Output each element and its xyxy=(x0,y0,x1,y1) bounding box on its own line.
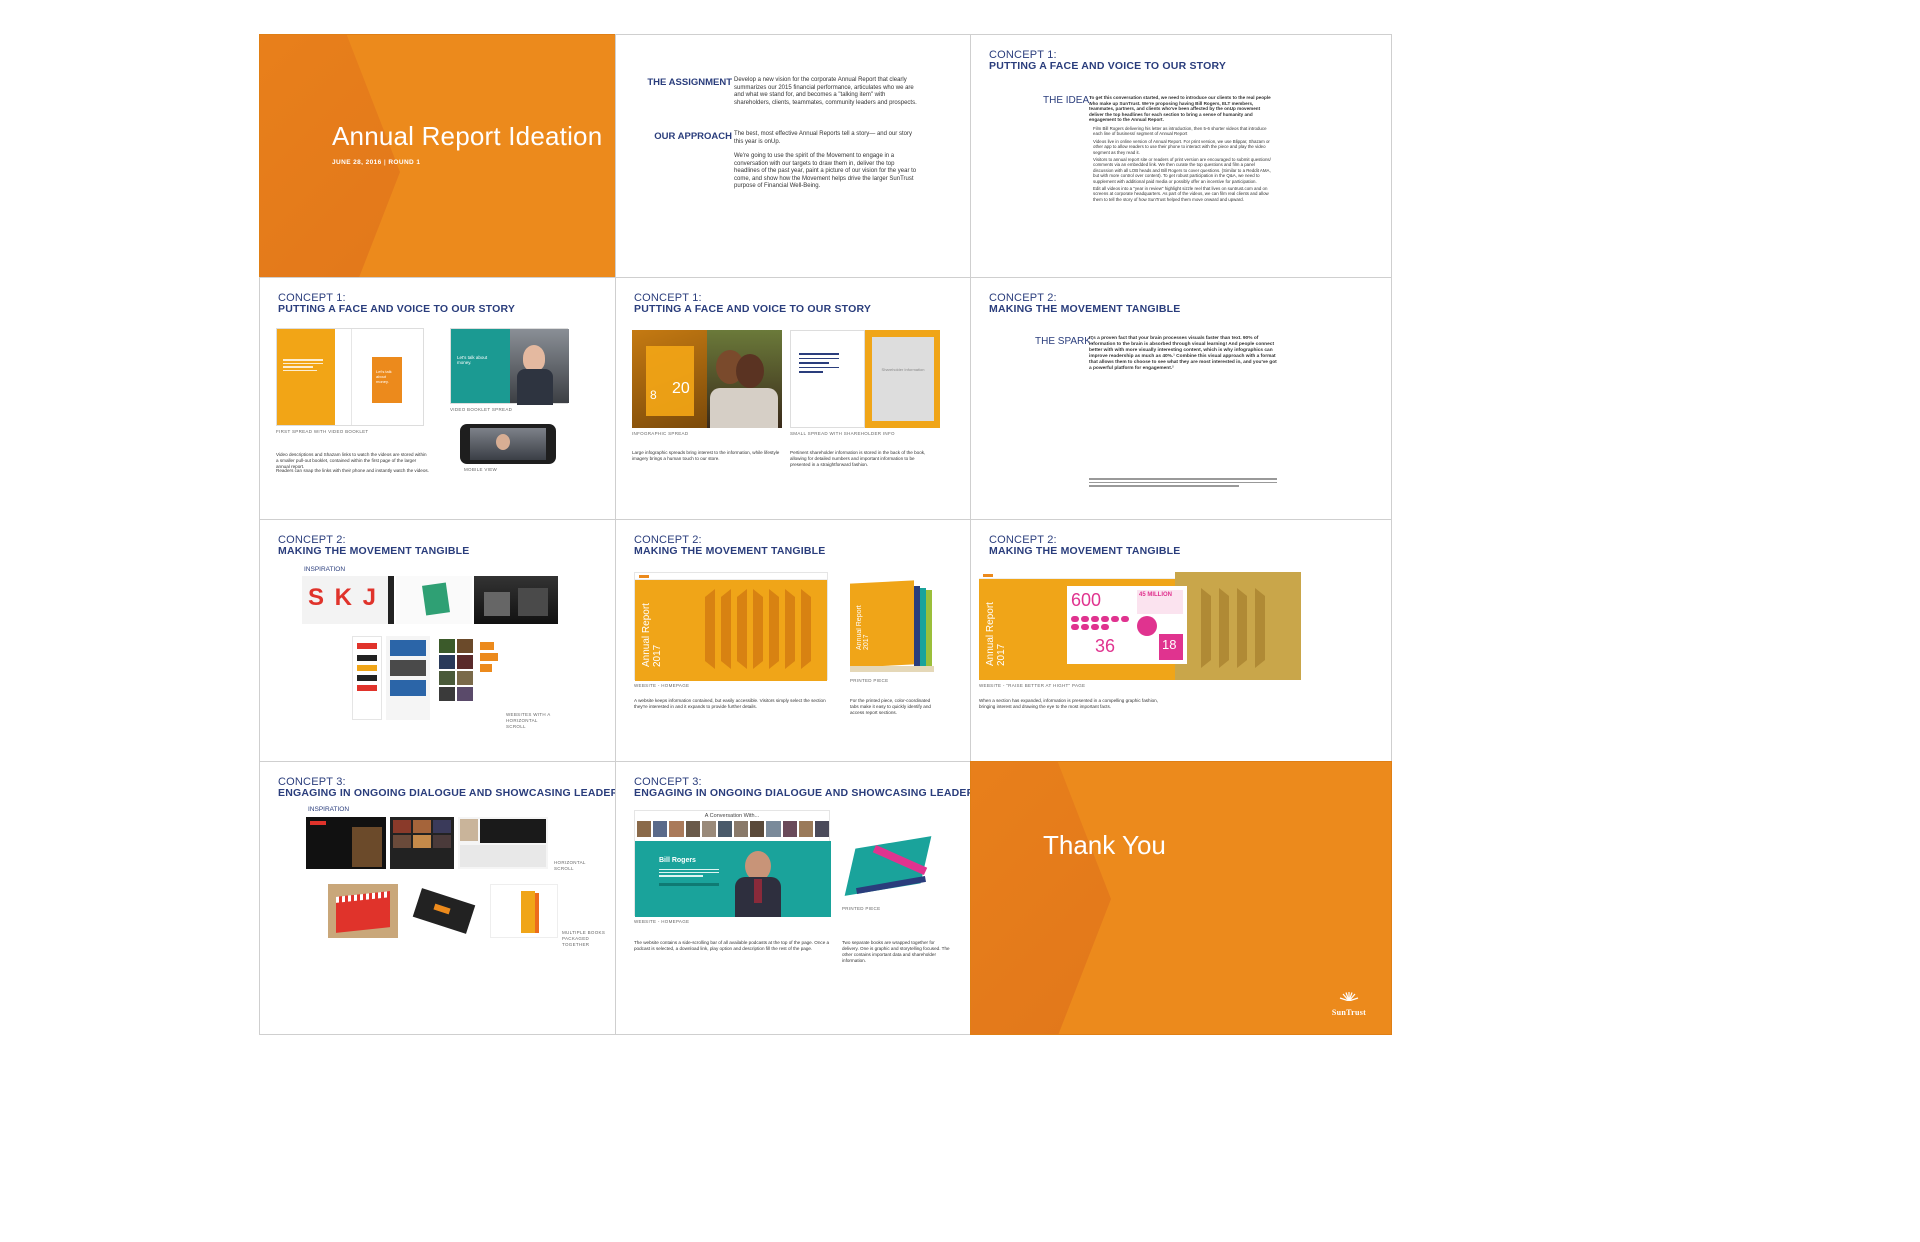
concept-title: PUTTING A FACE AND VOICE TO OUR STORY xyxy=(989,60,1227,72)
inspiration-collage-bottom xyxy=(352,636,502,720)
info-number: 20 xyxy=(672,380,690,397)
caption-video-spread: VIDEO BOOKLET SPREAD xyxy=(450,407,513,412)
concept-title: MAKING THE MOVEMENT TANGIBLE xyxy=(634,545,826,557)
stat-36: 36 xyxy=(1095,636,1116,656)
idea-body: To get this conversation started, we nee… xyxy=(1089,95,1275,202)
triangle-decoration xyxy=(260,35,400,307)
slide-concept2-spark: CONCEPT 2: MAKING THE MOVEMENT TANGIBLE … xyxy=(970,277,1392,551)
idea-bullet: Visitors to annual report site or reader… xyxy=(1093,157,1271,184)
caption-expanded-page: WEBSITE - "RAISE BETTER AT HIGHT" PAGE xyxy=(979,683,1086,688)
expanded-page-description: When a section has expanded, information… xyxy=(979,698,1159,709)
shareholder-placeholder: Shareholder Information xyxy=(881,367,925,372)
concept-title: ENGAGING IN ONGOING DIALOGUE AND SHOWCAS… xyxy=(278,787,644,799)
inspiration-top-row xyxy=(306,817,552,873)
assignment-text: Develop a new vision for the corporate A… xyxy=(734,77,917,106)
caption-printed-piece: PRINTED PIECE xyxy=(842,906,881,911)
idea-bullet: Videos live in online version of Annual … xyxy=(1093,138,1270,155)
report-title: Annual Report Ideation xyxy=(332,121,603,151)
annual-report-heading: Annual Report 2017 xyxy=(641,603,663,667)
podcast-thumbnail-bar xyxy=(637,821,830,837)
caption-website-homepage: WEBSITE - HOMEPAGE xyxy=(634,683,690,688)
first-spread-image: Let's talk about money. xyxy=(276,328,424,426)
caption-printed-piece: PRINTED PIECE xyxy=(850,678,889,683)
slide-concept1-idea: CONCEPT 1: PUTTING A FACE AND VOICE TO O… xyxy=(970,34,1392,308)
spark-heading: THE SPARK: xyxy=(1035,336,1094,347)
footnotes xyxy=(1089,478,1277,487)
concept-title: MAKING THE MOVEMENT TANGIBLE xyxy=(278,545,470,557)
infographic-spread-image: 20 8 xyxy=(632,330,782,428)
slide-concept2-expanded: CONCEPT 2: MAKING THE MOVEMENT TANGIBLE … xyxy=(970,519,1392,793)
infographic-description: Large infographic spreads bring interest… xyxy=(632,450,780,461)
printed-piece-title: Annual Report 2017 xyxy=(856,605,870,650)
website-homepage-image: Annual Report 2017 xyxy=(634,572,828,681)
caption-first-spread: FIRST SPREAD WITH VIDEO BOOKLET xyxy=(276,429,369,434)
idea-intro: To get this conversation started, we nee… xyxy=(1089,95,1271,123)
report-round: ROUND 1 xyxy=(388,159,421,166)
suntrust-logo: SunTrust xyxy=(1327,991,1371,1020)
stat-600: 600 xyxy=(1071,590,1102,610)
homepage-description: A website keeps information contained, b… xyxy=(634,698,826,709)
shareholder-description: Pertinent shareholder information is sto… xyxy=(790,450,926,467)
triangle-decoration xyxy=(971,762,1111,1034)
concept-title: MAKING THE MOVEMENT TANGIBLE xyxy=(989,303,1181,315)
printed-piece-image: Annual Report 2017 xyxy=(850,580,936,674)
printed-description: Two separate books are wrapped together … xyxy=(842,940,950,963)
caption-infographic: INFOGRAPHIC SPREAD xyxy=(632,431,689,436)
idea-bullet: Film Bill Rogers delivering his letter a… xyxy=(1093,125,1267,137)
video-booklet-spread-image: Let's talk about money. xyxy=(450,328,569,405)
approach-text-1: The best, most effective Annual Reports … xyxy=(734,131,912,145)
speaker-name: Bill Rogers xyxy=(659,857,696,864)
wrapped-books-image xyxy=(842,834,942,904)
mobile-phone-image xyxy=(460,424,556,464)
slide-thank-you: Thank You SunTrust xyxy=(970,761,1392,1035)
booklet-tagline: Let's talk about money. xyxy=(376,369,392,384)
caption-horizontal-scroll: WEBSITES WITH A HORIZONTAL SCROLL xyxy=(506,712,551,729)
booklet-description-2: Readers can snap the links with their ph… xyxy=(276,468,429,473)
caption-shareholder: SMALL SPREAD WITH SHAREHOLDER INFO xyxy=(790,431,895,436)
report-date: JUNE 28, 2016 xyxy=(332,159,382,166)
pink-icon-grid xyxy=(1071,616,1129,630)
idea-heading: THE IDEA: xyxy=(1043,95,1092,106)
concept-title: ENGAGING IN ONGOING DIALOGUE AND SHOWCAS… xyxy=(634,787,1000,799)
printed-piece-description: For the printed piece, color-coordinated… xyxy=(850,698,931,715)
collage-letters: S K J xyxy=(308,584,379,611)
thank-you-title: Thank You xyxy=(1043,830,1166,860)
caption-mobile: MOBILE VIEW xyxy=(464,467,498,472)
stat-45-million: 45 MILLION xyxy=(1139,592,1173,598)
caption-website-homepage: WEBSITE - HOMEPAGE xyxy=(634,919,690,924)
inspiration-label: INSPIRATION xyxy=(304,566,346,573)
info-number-2: 8 xyxy=(650,388,657,402)
podcast-website-image: A Conversation With... Bill Rogers xyxy=(634,810,831,917)
website-description: The website contains a side-scrolling ba… xyxy=(634,940,830,951)
approach-heading: OUR APPROACH xyxy=(654,131,732,142)
concept-title: PUTTING A FACE AND VOICE TO OUR STORY xyxy=(278,303,516,315)
idea-bullet: Edit all videos into a "year in review" … xyxy=(1093,186,1269,202)
spread-text: Let's talk about money. xyxy=(457,355,488,365)
caption-horizontal-scroll: HORIZONTAL SCROLL xyxy=(554,860,586,871)
sun-icon xyxy=(1339,992,1359,1001)
expanded-page-image: Annual Report 2017 600 36 45 MILLION 18 xyxy=(979,572,1301,680)
inspiration-bottom-row xyxy=(328,884,558,938)
concept-title: MAKING THE MOVEMENT TANGIBLE xyxy=(989,545,1181,557)
date-line: JUNE 28, 2016 | ROUND 1 xyxy=(332,159,421,166)
logo-wordmark: SunTrust xyxy=(1331,1008,1367,1017)
shareholder-spread-image: Shareholder Information xyxy=(790,330,940,428)
stat-18: 18 xyxy=(1162,637,1177,652)
concept-title: PUTTING A FACE AND VOICE TO OUR STORY xyxy=(634,303,872,315)
assignment-heading: THE ASSIGNMENT xyxy=(647,77,732,88)
inspiration-collage-top: S K J xyxy=(302,576,558,624)
annual-report-heading: Annual Report 2017 xyxy=(985,602,1007,666)
approach-text-2: We're going to use the spirit of the Mov… xyxy=(734,153,917,189)
inspiration-label: INSPIRATION xyxy=(308,806,350,813)
spark-text: It's a proven fact that your brain proce… xyxy=(1089,336,1277,371)
caption-multiple-books: MULTIPLE BOOKS PACKAGED TOGETHER xyxy=(562,930,606,947)
conversation-heading: A Conversation With... xyxy=(704,813,760,819)
